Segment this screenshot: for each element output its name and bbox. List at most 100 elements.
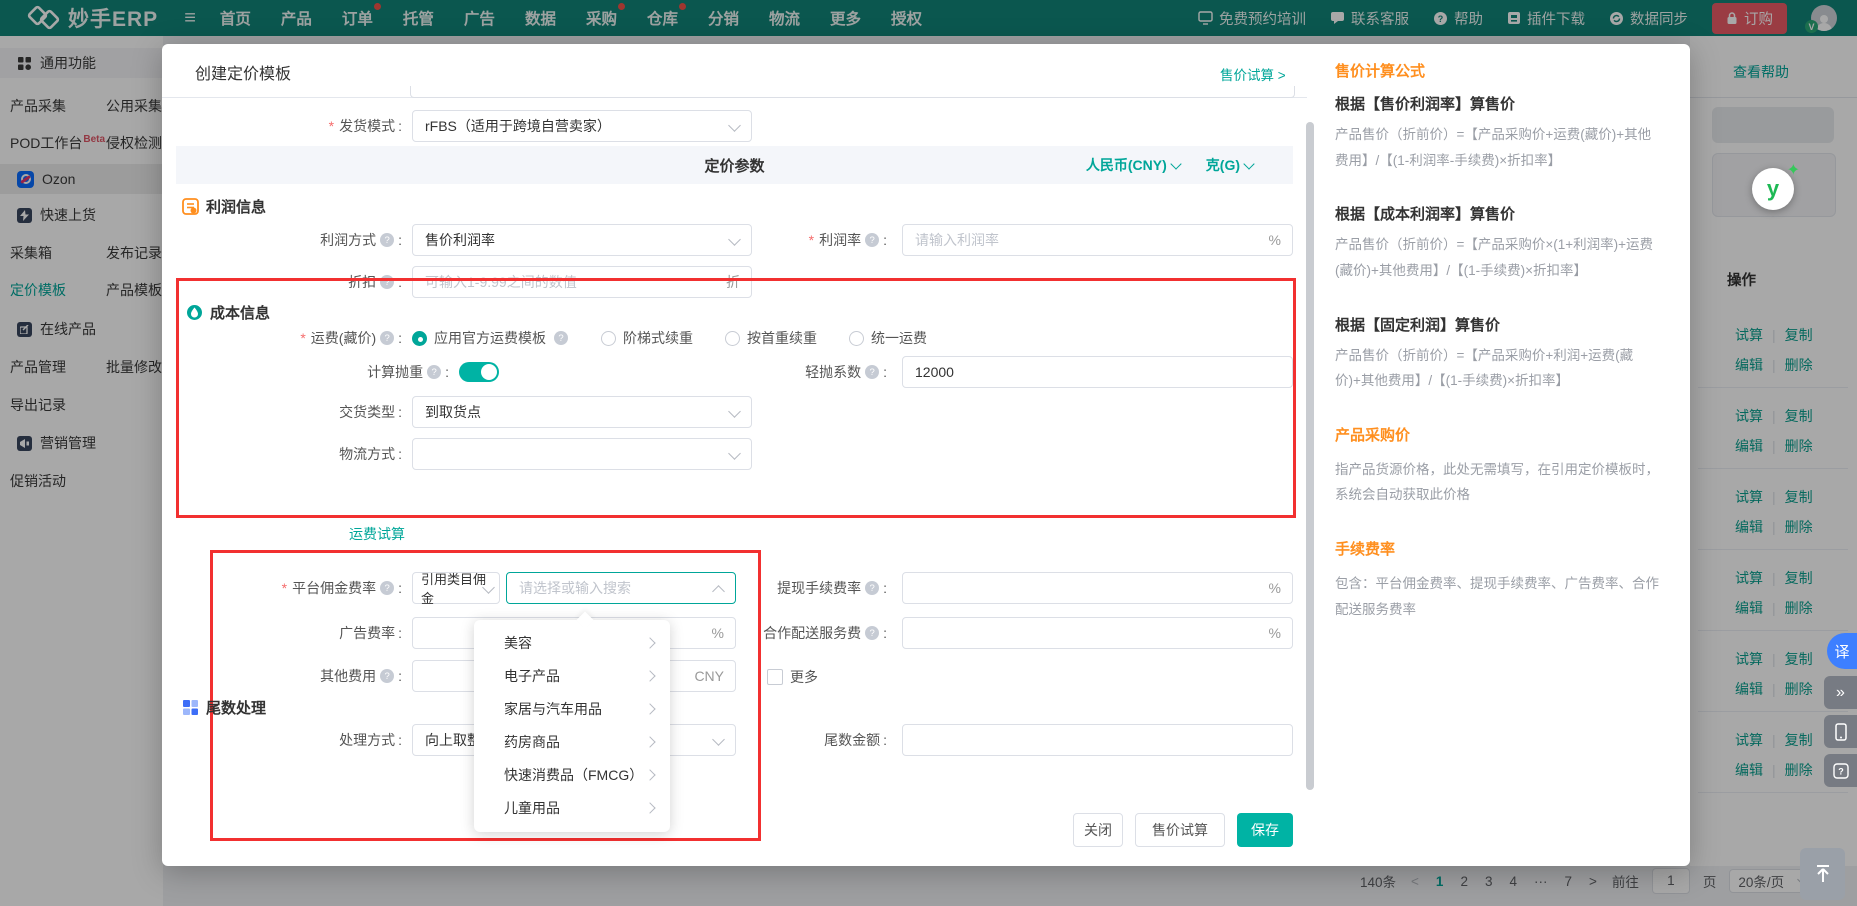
info-icon[interactable]: ? [380, 581, 394, 595]
info-icon[interactable]: ? [865, 626, 879, 640]
rounding-amount-label: 尾数金额: [722, 724, 887, 756]
category-option-fmcg[interactable]: 快速消费品（FMCG） [474, 758, 670, 791]
coop-fee-input[interactable]: % [902, 617, 1293, 649]
radio-off-icon [725, 331, 740, 346]
scrollbar-thumb[interactable] [1306, 122, 1314, 790]
price-trial-link[interactable]: 售价试算 > [1220, 64, 1286, 84]
info-icon[interactable]: ? [865, 581, 879, 595]
close-button[interactable]: 关闭 [1073, 813, 1123, 847]
radio-off-icon [849, 331, 864, 346]
create-pricing-template-modal: 创建定价模板 售价试算 > *发货模式: rFBS（适用于跨境自营卖家） 定价参… [162, 44, 1690, 866]
sparkle-icon: ✦ [1787, 160, 1800, 180]
help-heading: 根据【固定利润】算售价 [1335, 314, 1675, 335]
delivery-type-select[interactable]: 到取货点 [412, 396, 752, 428]
logistics-select[interactable] [412, 438, 752, 470]
freight-radio-group: 应用官方运费模板? 阶梯式续重 按首重续重 统一运费 [412, 328, 927, 348]
radio-first-continue-weight[interactable]: 按首重续重 [725, 328, 817, 348]
chevron-down-icon [1243, 158, 1254, 169]
modal-scrollbar[interactable] [1306, 104, 1314, 860]
radio-official-template[interactable]: 应用官方运费模板? [412, 328, 569, 348]
category-option-pharmacy[interactable]: 药房商品 [474, 725, 670, 758]
cost-icon [186, 304, 203, 321]
profit-rate-label: *利润率?: [722, 224, 887, 256]
info-icon[interactable]: ? [380, 669, 394, 683]
template-name-input-partial[interactable] [410, 86, 1295, 98]
help-title-purchase: 产品采购价 [1335, 424, 1675, 445]
help-body: 产品售价（折前价）=【产品采购价+运费(藏价)+其他费用】/【(1-利润率-手续… [1335, 122, 1663, 173]
category-dropdown-panel: 美容 电子产品 家居与汽车用品 药房商品 快速消费品（FMCG） 儿童用品 [474, 620, 670, 832]
coop-fee-label: 合作配送服务费?: [722, 617, 887, 649]
weight-unit-select[interactable]: 克(G) [1206, 155, 1253, 175]
ship-mode-select[interactable]: rFBS（适用于跨境自营卖家） [412, 110, 752, 142]
chevron-down-icon [728, 119, 741, 132]
category-option-electronics[interactable]: 电子产品 [474, 659, 670, 692]
collapse-float-button[interactable]: » [1824, 676, 1857, 709]
help-body: 产品售价（折前价）=【产品采购价+利润+运费(藏价)+其他费用】/【(1-手续费… [1335, 343, 1663, 394]
radio-flat-freight[interactable]: 统一运费 [849, 328, 927, 348]
back-to-top-button[interactable] [1800, 848, 1845, 900]
radio-off-icon [601, 331, 616, 346]
rounding-section-header: 尾数处理 [182, 697, 266, 718]
category-option-home-auto[interactable]: 家居与汽车用品 [474, 692, 670, 725]
commission-label: *平台佣金费率?: [162, 572, 402, 604]
rounding-amount-input[interactable] [902, 724, 1293, 756]
radio-on-icon [412, 331, 427, 346]
throw-factor-input[interactable]: 12000 [902, 356, 1293, 388]
radio-tiered-weight[interactable]: 阶梯式续重 [601, 328, 693, 348]
chevron-right-icon [644, 736, 655, 747]
svg-text:?: ? [1838, 766, 1844, 776]
help-heading: 根据【成本利润率】算售价 [1335, 203, 1675, 224]
commission-type-select[interactable]: 引用类目佣金 [412, 572, 500, 604]
info-icon[interactable]: ? [865, 233, 879, 247]
phone-icon [1835, 723, 1847, 741]
help-body: 指产品货源价格，此处无需填写，在引用定价模板时，系统会自动获取此价格 [1335, 457, 1663, 508]
freight-label: *运费(藏价)?: [162, 328, 402, 348]
throw-factor-label: 轻抛系数?: [722, 356, 887, 388]
profit-rate-input[interactable]: 请输入利润率% [902, 224, 1293, 256]
help-body: 产品售价（折前价）=【产品采购价×(1+利润率)+运费(藏价)+其他费用】/【(… [1335, 232, 1663, 283]
throw-weight-toggle[interactable] [459, 362, 499, 382]
ad-rate-label: 广告费率: [162, 617, 402, 649]
info-icon[interactable]: ? [380, 233, 394, 247]
checkbox-icon [767, 669, 783, 685]
save-button[interactable]: 保存 [1237, 813, 1293, 847]
category-option-children[interactable]: 儿童用品 [474, 791, 670, 824]
freight-trial-link[interactable]: 运费试算 [349, 524, 405, 544]
category-option-beauty[interactable]: 美容 [474, 626, 670, 659]
chevron-down-icon [728, 405, 741, 418]
help-title-formula: 售价计算公式 [1335, 60, 1675, 81]
chevron-down-icon [728, 447, 741, 460]
chevron-right-icon [644, 637, 655, 648]
info-icon[interactable]: ? [865, 365, 879, 379]
profit-method-select[interactable]: 售价利润率 [412, 224, 752, 256]
modal-title: 创建定价模板 [195, 60, 291, 84]
info-icon[interactable]: ? [427, 365, 441, 379]
withdraw-fee-input[interactable]: % [902, 572, 1293, 604]
help-heading: 根据【售价利润率】算售价 [1335, 93, 1675, 114]
throw-weight-label: 计算抛重?: [209, 356, 449, 388]
currency-select[interactable]: 人民币(CNY) [1086, 155, 1180, 175]
rounding-icon [182, 699, 199, 716]
question-float-button[interactable]: ? [1824, 754, 1857, 787]
price-trial-button[interactable]: 售价试算 [1135, 813, 1225, 847]
other-fee-label: 其他费用?: [162, 660, 402, 692]
chevron-right-icon [644, 703, 655, 714]
mobile-float-button[interactable] [1824, 715, 1857, 748]
rounding-method-label: 处理方式: [162, 724, 402, 756]
pricing-params-bar: 定价参数 人民币(CNY) 克(G) [176, 146, 1293, 184]
cost-section-header: 成本信息 [186, 302, 270, 323]
translate-float-button[interactable]: 译 [1827, 633, 1857, 669]
chevron-down-icon [1170, 158, 1181, 169]
info-icon[interactable]: ? [380, 331, 394, 345]
assistant-float-button[interactable]: y ✦ [1752, 168, 1794, 210]
help-panel: 售价计算公式 根据【售价利润率】算售价 产品售价（折前价）=【产品采购价+运费(… [1320, 44, 1675, 652]
category-search-select[interactable]: 请选择或输入搜索 [506, 572, 736, 604]
ship-mode-label: *发货模式: [162, 110, 402, 142]
arrow-up-icon [1814, 864, 1832, 884]
help-body: 包含：平台佣金费率、提现手续费率、广告费率、合作配送服务费率 [1335, 571, 1663, 622]
info-icon[interactable]: ? [554, 331, 568, 345]
more-checkbox-row[interactable]: 更多 [767, 667, 818, 687]
withdraw-fee-label: 提现手续费率?: [722, 572, 887, 604]
chevron-right-icon [644, 670, 655, 681]
profit-method-label: 利润方式?: [162, 224, 402, 256]
